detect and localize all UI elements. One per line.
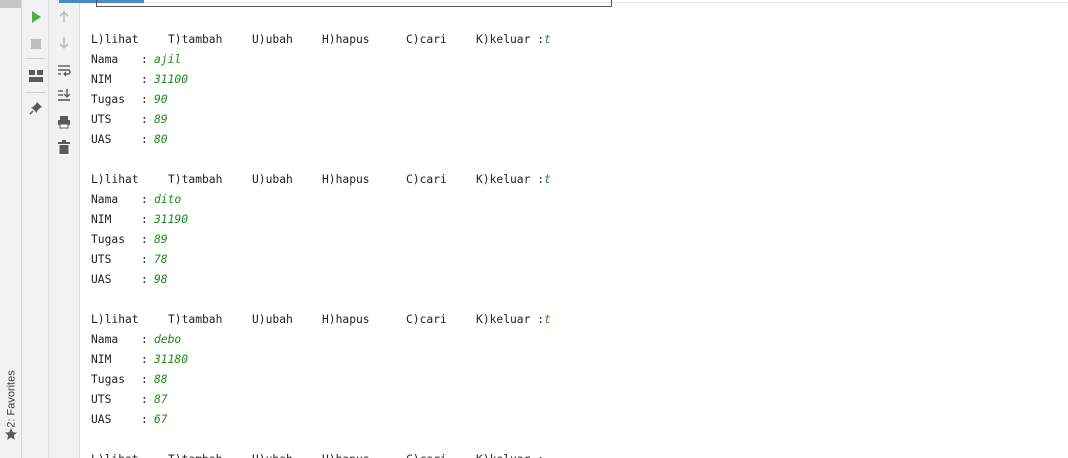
arrow-up-icon <box>58 9 70 28</box>
field-nim: NIM:31190 <box>91 213 189 226</box>
value-nim: 31180 <box>154 353 189 366</box>
print-button[interactable] <box>54 113 74 133</box>
field-uts: UTS:89 <box>91 113 168 126</box>
pin-button[interactable] <box>26 99 46 119</box>
scroll-to-end-button[interactable] <box>54 86 74 106</box>
frame-bottom-edge <box>96 6 611 7</box>
field-nim: NIM:31100 <box>91 73 189 86</box>
value-nama: ajil <box>154 53 182 66</box>
strip-top-block <box>0 0 21 8</box>
value-uts: 87 <box>154 393 168 406</box>
scroll-to-end-icon <box>57 87 71 106</box>
field-nama: Nama: ajil <box>91 53 182 66</box>
top-border <box>80 2 1068 3</box>
value-nama: debo <box>154 333 182 346</box>
menu-choice: t <box>544 33 551 46</box>
field-uas: UAS:98 <box>91 273 168 286</box>
menu-prompt: L)lihatT)tambahU)ubahH)hapusC)cariK)kelu… <box>91 450 1051 458</box>
run-button[interactable] <box>26 8 46 28</box>
pin-icon <box>29 100 43 119</box>
soft-wrap-button[interactable] <box>54 61 74 81</box>
value-uas: 80 <box>154 133 168 146</box>
favorites-strip: 2: Favorites <box>0 0 22 458</box>
star-icon[interactable] <box>4 426 18 440</box>
field-nama: Nama: debo <box>91 333 182 346</box>
soft-wrap-icon <box>57 62 71 81</box>
field-uts: UTS:87 <box>91 393 168 406</box>
clear-all-button[interactable] <box>54 138 74 158</box>
value-tugas: 88 <box>154 373 168 386</box>
trash-icon <box>58 139 70 158</box>
scroll-up-button[interactable] <box>54 8 74 28</box>
scroll-down-button[interactable] <box>54 34 74 54</box>
play-icon <box>29 9 43 28</box>
stop-icon <box>30 35 42 54</box>
value-uas: 98 <box>154 273 168 286</box>
value-nim: 31100 <box>154 73 189 86</box>
layout-icon <box>29 67 43 86</box>
value-tugas: 89 <box>154 233 168 246</box>
active-tab-indicator <box>59 0 144 3</box>
menu-prompt: L)lihatT)tambahU)ubahH)hapusC)cariK)kelu… <box>91 170 1051 190</box>
arrow-down-icon <box>58 35 70 54</box>
value-tugas: 90 <box>154 93 168 106</box>
toolbar-separator <box>25 92 45 93</box>
value-nim: 31190 <box>154 213 189 226</box>
frame-right-edge <box>611 0 612 7</box>
menu-prompt: L)lihatT)tambahU)ubahH)hapusC)cariK)kelu… <box>91 30 1051 50</box>
console-output[interactable]: L)lihat T)tambah U)ubah H)hapus C)cari K)kelu… <box>91 30 1051 458</box>
value-uts: 78 <box>154 253 168 266</box>
favorites-tab[interactable]: 2: Favorites <box>5 370 19 428</box>
value-uts: 89 <box>154 113 168 126</box>
field-uas: UAS:80 <box>91 133 168 146</box>
print-icon <box>57 114 71 133</box>
layout-button[interactable] <box>26 66 46 86</box>
field-nim: NIM:31180 <box>91 353 189 366</box>
field-nama: Nama: dito <box>91 193 182 206</box>
field-tugas: Tugas:90 <box>91 93 168 106</box>
field-tugas: Tugas:89 <box>91 233 168 246</box>
menu-choice: t <box>544 313 551 326</box>
field-uas: UAS:67 <box>91 413 168 426</box>
field-uts: UTS:78 <box>91 253 168 266</box>
favorites-label: 2: Favorites <box>6 370 18 428</box>
field-tugas: Tugas:88 <box>91 373 168 386</box>
stop-button[interactable] <box>26 34 46 54</box>
menu-choice: t <box>544 173 551 186</box>
toolbar-separator <box>25 58 45 59</box>
console-toolbar <box>49 0 80 458</box>
menu-prompt: L)lihatT)tambahU)ubahH)hapusC)cariK)kelu… <box>91 310 1051 330</box>
value-uas: 67 <box>154 413 168 426</box>
run-toolbar <box>22 0 49 458</box>
value-nama: dito <box>154 193 182 206</box>
